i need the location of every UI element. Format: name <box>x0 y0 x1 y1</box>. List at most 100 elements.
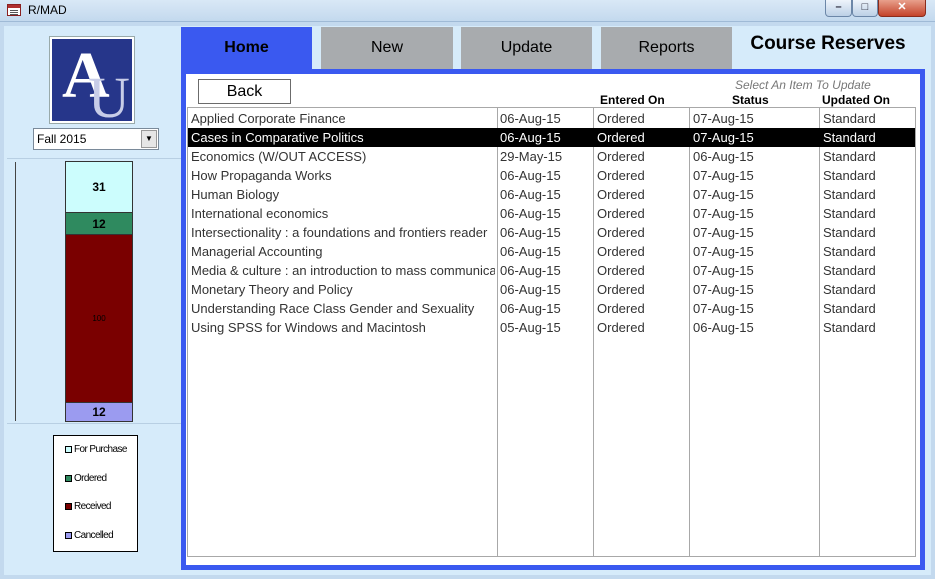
list-item[interactable]: Monetary Theory and Policy 06-Aug-15 Order… <box>188 280 915 299</box>
cell-title: Managerial Accounting <box>191 244 323 259</box>
window-title: R/MAD <box>28 3 67 17</box>
cell-date: 29-May-15 <box>500 149 563 164</box>
cell-entered-on: Ordered <box>597 149 645 164</box>
university-logo: A U <box>49 36 135 127</box>
cell-status: 07-Aug-15 <box>693 187 754 202</box>
term-selected-value: Fall 2015 <box>37 132 87 146</box>
column-header-updated-on: Updated On <box>822 93 890 107</box>
logo-background: A U <box>52 39 132 127</box>
cell-date: 06-Aug-15 <box>500 206 561 221</box>
legend-swatch <box>65 532 72 539</box>
course-reserves-list[interactable]: Applied Corporate Finance 06-Aug-15 Ordere… <box>187 107 916 557</box>
cell-title: International economics <box>191 206 329 221</box>
list-item[interactable]: Human Biology 06-Aug-15 Ordered 07-Aug-15 St… <box>188 185 915 204</box>
legend-swatch <box>65 446 72 453</box>
sidebar-divider-bottom <box>7 423 181 424</box>
cell-entered-on: Ordered <box>597 263 645 278</box>
back-button[interactable]: Back <box>198 79 291 104</box>
tab-reports-label: Reports <box>638 39 695 56</box>
cell-date: 05-Aug-15 <box>500 320 561 335</box>
cell-date: 06-Aug-15 <box>500 282 561 297</box>
cell-entered-on: Ordered <box>597 130 645 145</box>
column-header-entered-on: Entered On <box>600 93 665 107</box>
tab-update-label: Update <box>500 39 553 56</box>
tab-reports[interactable]: Reports <box>601 27 732 69</box>
cell-updated-on: Standard <box>823 187 876 202</box>
list-item[interactable]: Media & culture : an introduction to mas… <box>188 261 915 280</box>
cell-updated-on: Standard <box>823 206 876 221</box>
chart-bar-value: 100 <box>92 314 106 323</box>
list-item-selected[interactable]: Cases in Comparative Politics 06-Aug-15 Or… <box>188 128 915 147</box>
cell-date: 06-Aug-15 <box>500 301 561 316</box>
dropdown-arrow-icon[interactable]: ▼ <box>141 130 157 148</box>
legend-swatch <box>65 475 72 482</box>
cell-updated-on: Standard <box>823 225 876 240</box>
list-item[interactable]: Applied Corporate Finance 06-Aug-15 Ordere… <box>188 109 915 128</box>
chart-bar-ordered: 12 <box>65 212 133 235</box>
cell-title: Economics (W/OUT ACCESS) <box>191 149 367 164</box>
tab-home[interactable]: Home <box>181 27 312 69</box>
maximize-button[interactable]: □ <box>852 0 878 17</box>
tab-update[interactable]: Update <box>461 27 592 69</box>
chart-bar-for-purchase: 31 <box>65 161 133 213</box>
legend-swatch <box>65 503 72 510</box>
title-bar: R/MAD – □ ✕ <box>0 0 935 22</box>
cell-date: 06-Aug-15 <box>500 244 561 259</box>
chart-bar-received: 100 <box>65 234 133 403</box>
page-title: Course Reserves <box>750 33 906 54</box>
minimize-button[interactable]: – <box>825 0 852 17</box>
sidebar-divider-top <box>7 158 181 159</box>
minimize-icon: – <box>835 1 842 13</box>
chart-bar-value: 31 <box>92 180 106 194</box>
cell-title: Understanding Race Class Gender and Sexu… <box>191 301 475 316</box>
tab-new[interactable]: New <box>321 27 453 69</box>
cell-title: Using SPSS for Windows and Macintosh <box>191 320 426 335</box>
cell-status: 07-Aug-15 <box>693 244 754 259</box>
cell-title: Monetary Theory and Policy <box>191 282 353 297</box>
cell-date: 06-Aug-15 <box>500 111 561 126</box>
term-dropdown[interactable]: Fall 2015 ▼ <box>33 128 159 150</box>
list-item[interactable]: Managerial Accounting 06-Aug-15 Ordered 07-… <box>188 242 915 261</box>
legend-label: Cancelled <box>74 530 114 541</box>
tab-home-label: Home <box>224 39 269 56</box>
cell-updated-on: Standard <box>823 168 876 183</box>
column-header-status: Status <box>732 93 769 107</box>
cell-status: 07-Aug-15 <box>693 301 754 316</box>
cell-updated-on: Standard <box>823 282 876 297</box>
cell-date: 06-Aug-15 <box>500 263 561 278</box>
cell-updated-on: Standard <box>823 263 876 278</box>
legend-label: Ordered <box>74 473 107 484</box>
cell-status: 06-Aug-15 <box>693 320 754 335</box>
cell-updated-on: Standard <box>823 301 876 316</box>
cell-entered-on: Ordered <box>597 206 645 221</box>
cell-status: 07-Aug-15 <box>693 225 754 240</box>
chart-bar-value: 12 <box>92 405 106 419</box>
list-item[interactable]: Understanding Race Class Gender and Sexu… <box>188 299 915 318</box>
close-icon: ✕ <box>897 1 907 13</box>
legend-item-for-purchase: For Purchase <box>65 444 127 455</box>
legend-item-ordered: Ordered <box>65 473 107 484</box>
list-item[interactable]: Economics (W/OUT ACCESS) 29-May-15 Ordered… <box>188 147 915 166</box>
app-form-icon <box>7 4 21 16</box>
chart-bar-value: 12 <box>92 216 106 231</box>
cell-entered-on: Ordered <box>597 225 645 240</box>
cell-status: 07-Aug-15 <box>693 282 754 297</box>
cell-date: 06-Aug-15 <box>500 225 561 240</box>
list-item[interactable]: Intersectionality : a foundations and fr… <box>188 223 915 242</box>
cell-title: Cases in Comparative Politics <box>191 130 364 145</box>
cell-date: 06-Aug-15 <box>500 168 561 183</box>
select-item-hint: Select An Item To Update <box>735 78 871 92</box>
list-item[interactable]: Using SPSS for Windows and Macintosh 05-A… <box>188 318 915 337</box>
cell-title: Human Biology <box>191 187 280 202</box>
cell-entered-on: Ordered <box>597 168 645 183</box>
cell-updated-on: Standard <box>823 320 876 335</box>
cell-entered-on: Ordered <box>597 320 645 335</box>
list-item[interactable]: How Propaganda Works 06-Aug-15 Ordered 07-A… <box>188 166 915 185</box>
cell-date: 06-Aug-15 <box>500 130 561 145</box>
cell-status: 07-Aug-15 <box>693 263 754 278</box>
maximize-icon: □ <box>861 1 869 13</box>
close-button[interactable]: ✕ <box>878 0 926 17</box>
list-item[interactable]: International economics 06-Aug-15 Ordered 0… <box>188 204 915 223</box>
cell-status: 07-Aug-15 <box>693 168 754 183</box>
legend-item-cancelled: Cancelled <box>65 530 114 541</box>
